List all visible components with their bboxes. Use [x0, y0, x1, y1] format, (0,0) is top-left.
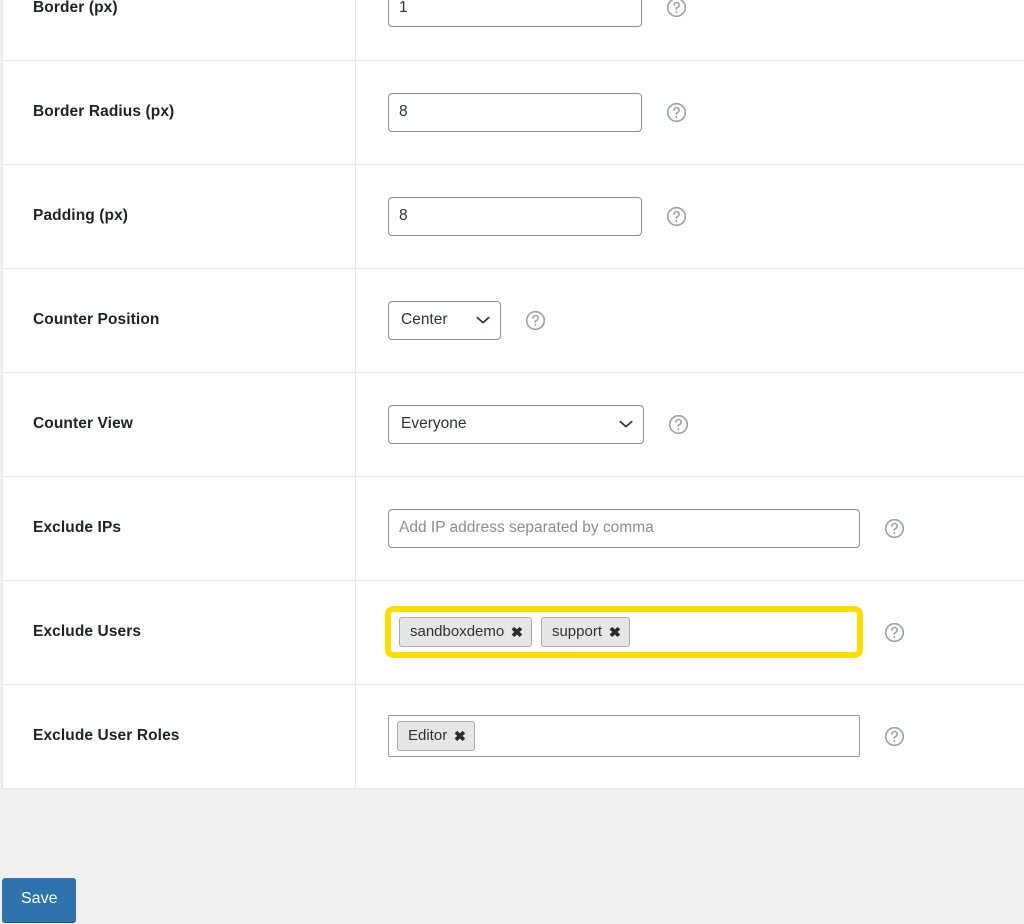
- help-icon[interactable]: [666, 102, 687, 123]
- row-control-cell: Editor ✖: [355, 684, 1024, 788]
- row-label-cell: Counter Position: [2, 268, 356, 372]
- chevron-down-icon: [476, 316, 490, 324]
- help-icon[interactable]: [666, 0, 687, 18]
- settings-page: Border (px) 1 Border Radius (px) 8 Paddi…: [0, 0, 1024, 924]
- settings-form-table: Border (px) 1 Border Radius (px) 8 Paddi…: [2, 0, 1024, 789]
- exclude-users-token-field[interactable]: sandboxdemo ✖ support ✖: [385, 605, 863, 659]
- remove-token-icon[interactable]: ✖: [609, 625, 621, 639]
- row-label-cell: Exclude IPs: [2, 476, 356, 580]
- counter-position-value: Center: [401, 311, 448, 328]
- row-control-cell: Everyone: [355, 372, 1024, 476]
- settings-row-padding: Padding (px): [2, 164, 1024, 268]
- user-token[interactable]: sandboxdemo ✖: [399, 616, 532, 648]
- field-border-radius: [388, 92, 1024, 132]
- label-counter-position: Counter Position: [33, 311, 160, 328]
- settings-row-exclude-ips: Exclude IPs: [2, 476, 1024, 580]
- field-border: [388, 0, 1024, 28]
- user-token-label: support: [551, 622, 603, 640]
- label-exclude-users: Exclude Users: [33, 623, 142, 640]
- row-label-cell: Padding (px): [2, 164, 356, 268]
- remove-token-icon[interactable]: ✖: [454, 729, 466, 743]
- save-button[interactable]: Save: [2, 878, 77, 922]
- row-control-cell: [355, 476, 1024, 580]
- settings-row-exclude-user-roles: Exclude User Roles Editor ✖: [2, 684, 1024, 788]
- label-counter-view: Counter View: [33, 415, 133, 432]
- row-control-cell: sandboxdemo ✖ support ✖: [355, 580, 1024, 684]
- row-label-cell: Border (px): [2, 0, 356, 60]
- help-icon[interactable]: [668, 414, 689, 435]
- field-counter-position: Center: [388, 300, 1024, 340]
- label-exclude-ips: Exclude IPs: [33, 519, 122, 536]
- chevron-down-icon: [619, 420, 633, 428]
- field-exclude-user-roles: Editor ✖: [388, 714, 1024, 758]
- user-token-label: sandboxdemo: [410, 622, 505, 640]
- label-border: Border (px): [33, 0, 118, 16]
- field-exclude-users: sandboxdemo ✖ support ✖: [385, 605, 1024, 659]
- settings-row-counter-view: Counter View Everyone: [2, 372, 1024, 476]
- help-icon[interactable]: [525, 310, 546, 331]
- settings-row-border-radius: Border Radius (px): [2, 60, 1024, 164]
- settings-row-border: Border (px): [2, 0, 1024, 60]
- field-counter-view: Everyone: [388, 404, 1024, 444]
- exclude-user-roles-token-field[interactable]: Editor ✖: [388, 714, 860, 758]
- user-token[interactable]: support ✖: [540, 616, 630, 648]
- border-input[interactable]: [388, 0, 642, 28]
- exclude-ips-input[interactable]: [388, 508, 860, 548]
- counter-view-value: Everyone: [401, 415, 467, 432]
- row-control-cell: Center: [355, 268, 1024, 372]
- help-icon[interactable]: [666, 206, 687, 227]
- label-exclude-user-roles: Exclude User Roles: [33, 727, 180, 744]
- settings-row-counter-position: Counter Position Center: [2, 268, 1024, 372]
- row-label-cell: Border Radius (px): [2, 60, 356, 164]
- help-icon[interactable]: [884, 726, 905, 747]
- row-label-cell: Counter View: [2, 372, 356, 476]
- form-footer: Save: [2, 878, 77, 922]
- role-token-label: Editor: [408, 726, 448, 744]
- remove-token-icon[interactable]: ✖: [511, 625, 523, 639]
- border-radius-input[interactable]: [388, 92, 642, 132]
- counter-view-select[interactable]: Everyone: [388, 404, 644, 444]
- role-token[interactable]: Editor ✖: [397, 720, 475, 752]
- row-label-cell: Exclude User Roles: [2, 684, 356, 788]
- settings-row-exclude-users: Exclude Users sandboxdemo ✖ support ✖: [2, 580, 1024, 684]
- padding-input[interactable]: [388, 196, 642, 236]
- field-exclude-ips: [388, 508, 1024, 548]
- label-border-radius: Border Radius (px): [33, 103, 175, 120]
- help-icon[interactable]: [884, 622, 905, 643]
- row-control-cell: [355, 60, 1024, 164]
- label-padding: Padding (px): [33, 207, 129, 224]
- help-icon[interactable]: [884, 518, 905, 539]
- row-control-cell: [355, 164, 1024, 268]
- row-label-cell: Exclude Users: [2, 580, 356, 684]
- counter-position-select[interactable]: Center: [388, 300, 501, 340]
- row-control-cell: [355, 0, 1024, 60]
- field-padding: [388, 196, 1024, 236]
